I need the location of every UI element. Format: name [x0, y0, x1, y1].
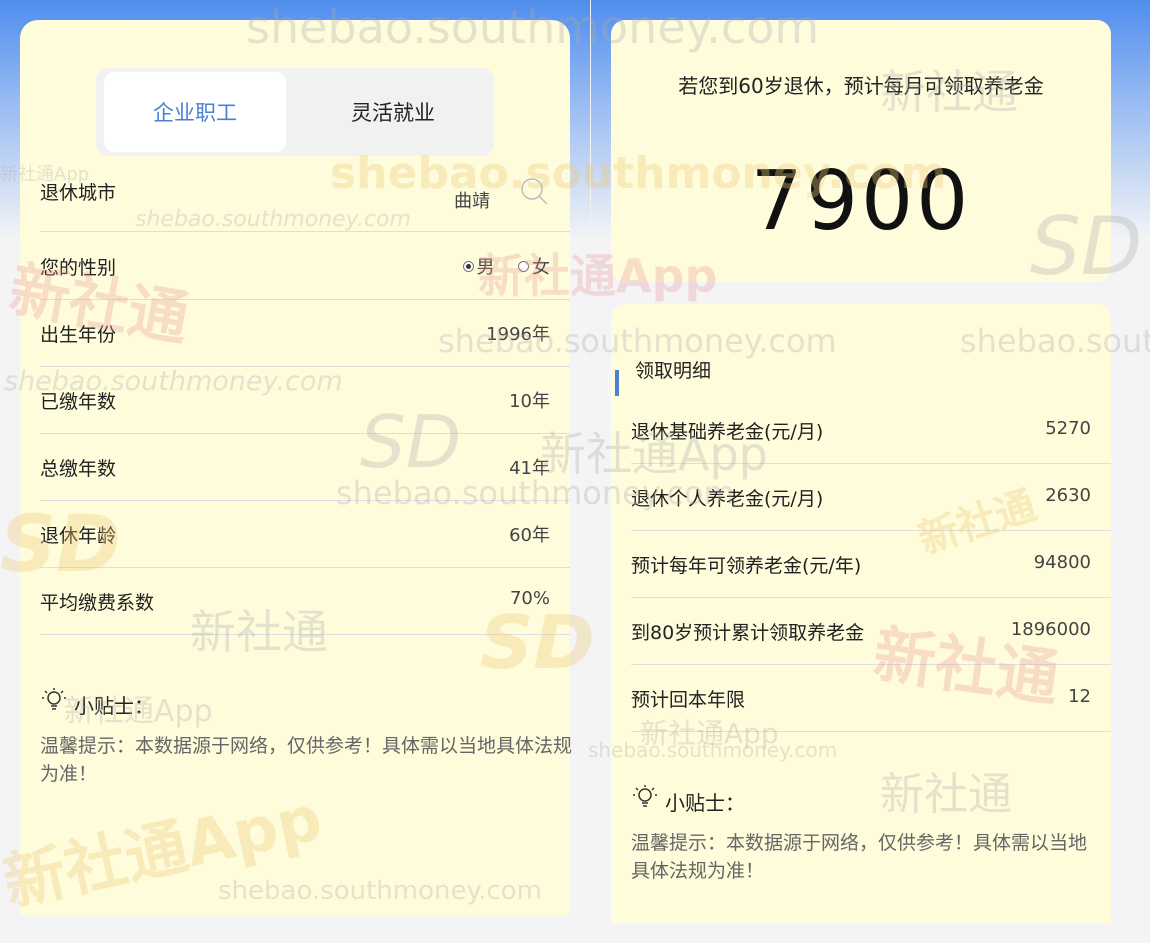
detail-row-value: 2630 [1045, 485, 1091, 506]
employment-type-tabs: 企业职工 灵活就业 [96, 68, 494, 156]
female-radio[interactable] [518, 260, 529, 272]
detail-row-label: 到80岁预计累计领取养老金 [631, 622, 865, 644]
detail-accent-bar [615, 370, 619, 396]
tab-enterprise-employee[interactable]: 企业职工 [104, 72, 286, 152]
lightbulb-icon [633, 784, 657, 814]
detail-row-payback-years: 预计回本年限 12 [631, 665, 1111, 732]
gender-label: 您的性别 [40, 257, 117, 279]
female-label: 女 [532, 257, 550, 278]
city-row[interactable]: 退休城市 曲靖 [40, 165, 570, 232]
tip-title: 小贴士： [74, 694, 154, 718]
coefficient-row[interactable]: 平均缴费系数 70% [40, 568, 570, 635]
result-summary-card: 若您到60岁退休，预计每月可领取养老金 7900 [611, 20, 1111, 282]
detail-row-label: 预计回本年限 [631, 689, 746, 711]
monthly-pension-amount: 7900 [750, 154, 972, 249]
detail-row-personal-pension: 退休个人养老金(元/月) 2630 [631, 464, 1111, 531]
retire-age-label: 退休年龄 [40, 525, 117, 547]
male-label: 男 [476, 257, 495, 278]
birth-year-label: 出生年份 [40, 324, 117, 346]
birth-year-row[interactable]: 出生年份 1996年 [40, 300, 570, 367]
coefficient-label: 平均缴费系数 [40, 592, 155, 614]
tab-flexible-employment[interactable]: 灵活就业 [302, 72, 484, 152]
tip-text: 温馨提示：本数据源于网络，仅供参考！具体需以当地具体法规为准！ [631, 832, 1088, 882]
search-icon[interactable] [520, 177, 550, 211]
detail-row-label: 退休个人养老金(元/月) [631, 488, 824, 510]
result-caption: 若您到60岁退休，预计每月可领取养老金 [678, 74, 1044, 98]
detail-row-value: 94800 [1033, 552, 1091, 573]
detail-title: 领取明细 [635, 360, 712, 382]
detail-row-value: 12 [1068, 686, 1091, 707]
detail-row-annual-pension: 预计每年可领养老金(元/年) 94800 [631, 531, 1111, 598]
gender-options: 男 女 [462, 253, 550, 279]
gender-row: 您的性别 男 女 [40, 233, 570, 300]
paid-years-row[interactable]: 已缴年数 10年 [40, 367, 570, 434]
city-label: 退休城市 [40, 182, 117, 204]
lightbulb-icon [42, 687, 66, 717]
page: 企业职工 灵活就业 退休城市 曲靖 您的性别 男 女 出生年份 1996年 已缴… [0, 0, 1150, 943]
male-radio[interactable] [462, 260, 474, 272]
paid-years-label: 已缴年数 [40, 391, 117, 413]
city-value[interactable]: 曲靖 [454, 187, 490, 213]
detail-row-value: 5270 [1045, 418, 1091, 439]
gender-option-female[interactable]: 女 [518, 257, 550, 278]
detail-row-cumulative-pension: 到80岁预计累计领取养老金 1896000 [631, 598, 1111, 665]
gender-option-male[interactable]: 男 [462, 257, 495, 278]
paid-years-value[interactable]: 10年 [509, 387, 550, 413]
coefficient-value[interactable]: 70% [510, 588, 550, 609]
total-years-row: 总缴年数 41年 [40, 434, 570, 501]
result-panel: 若您到60岁退休，预计每月可领取养老金 7900 领取明细 退休基础养老金(元/… [591, 0, 1150, 943]
retire-age-row[interactable]: 退休年龄 60年 [40, 501, 570, 568]
detail-row-label: 退休基础养老金(元/月) [631, 421, 824, 443]
total-years-value: 41年 [509, 458, 550, 479]
tip-text: 温馨提示：本数据源于网络，仅供参考！具体需以当地具体法规为准！ [40, 735, 573, 785]
detail-row-basic-pension: 退休基础养老金(元/月) 5270 [631, 397, 1111, 464]
total-years-label: 总缴年数 [40, 458, 117, 480]
tip-title: 小贴士： [665, 791, 745, 815]
detail-row-value: 1896000 [1010, 619, 1091, 640]
retire-age-value[interactable]: 60年 [509, 521, 550, 547]
birth-year-value[interactable]: 1996年 [486, 320, 550, 346]
calculator-panel: 企业职工 灵活就业 退休城市 曲靖 您的性别 男 女 出生年份 1996年 已缴… [0, 0, 590, 943]
detail-row-label: 预计每年可领养老金(元/年) [631, 555, 862, 577]
